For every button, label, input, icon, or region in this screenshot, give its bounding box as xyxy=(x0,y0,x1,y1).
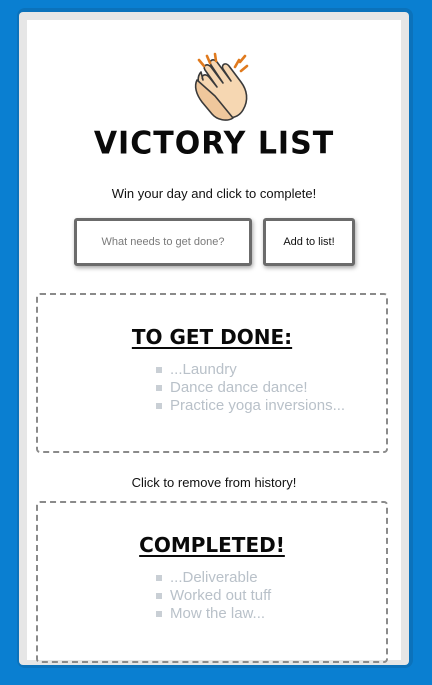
task-input[interactable] xyxy=(77,221,249,263)
task-input-wrapper xyxy=(74,218,252,266)
completed-item[interactable]: ...Deliverable xyxy=(156,569,271,587)
clapping-hands-icon xyxy=(194,52,249,121)
page-title: Victory List xyxy=(93,125,335,162)
completed-panel: Completed! ...Deliverable Worked out tuf… xyxy=(36,501,388,663)
todo-item[interactable]: ...Laundry xyxy=(156,361,345,379)
todo-panel: To Get Done: ...Laundry Dance dance danc… xyxy=(36,293,388,453)
todo-list: ...Laundry Dance dance dance! Practice y… xyxy=(156,361,345,415)
completed-list: ...Deliverable Worked out tuff Mow the l… xyxy=(156,569,271,623)
todo-item[interactable]: Dance dance dance! xyxy=(156,379,345,397)
todo-item[interactable]: Practice yoga inversions... xyxy=(156,397,345,415)
app-card: Victory List Win your day and click to c… xyxy=(19,12,409,665)
add-to-list-button[interactable]: Add to list! xyxy=(263,218,355,266)
todo-heading: To Get Done: xyxy=(131,325,293,349)
app-content: Victory List Win your day and click to c… xyxy=(27,20,401,663)
page-subtitle: Win your day and click to complete! xyxy=(111,186,317,201)
history-note: Click to remove from history! xyxy=(131,475,297,490)
completed-heading: Completed! xyxy=(139,533,285,557)
completed-item[interactable]: Worked out tuff xyxy=(156,587,271,605)
completed-item[interactable]: Mow the law... xyxy=(156,605,271,623)
